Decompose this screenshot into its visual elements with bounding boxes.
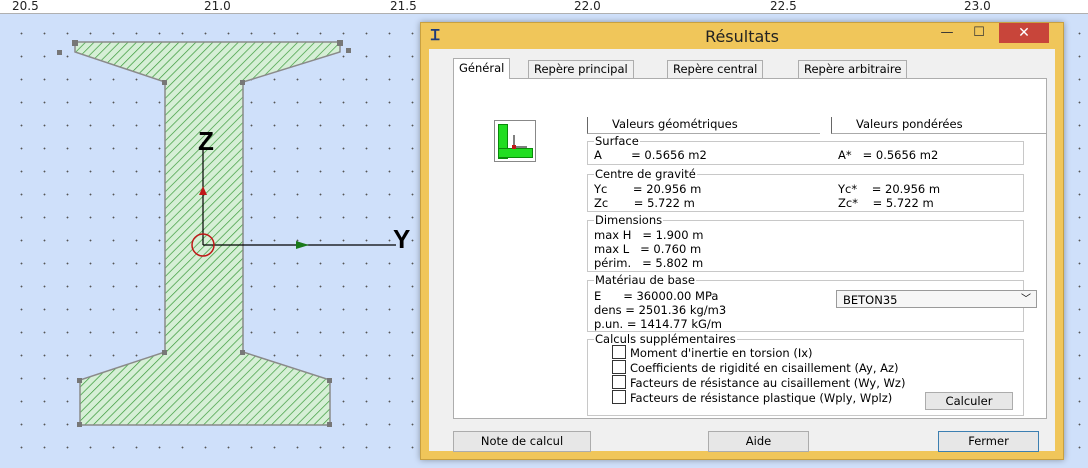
- z-axis-label: Z: [198, 126, 214, 156]
- option-label: Facteurs de résistance au cisaillement (…: [630, 376, 906, 390]
- y-axis-label: Y: [393, 224, 411, 254]
- i-beam-section[interactable]: [0, 0, 430, 468]
- ruler-tick: 22.0: [574, 0, 601, 13]
- extra-calculations-group: Calculs supplémentaires Moment d'inertie…: [587, 332, 1024, 416]
- material-select-value: BETON35: [843, 293, 898, 307]
- dimensions-title: Dimensions: [594, 213, 664, 227]
- compute-button[interactable]: Calculer: [925, 392, 1013, 410]
- area-value: A = 0.5656 m2: [594, 148, 707, 162]
- max-h-value: max H = 1.900 m: [594, 228, 704, 242]
- option-torsion[interactable]: Moment d'inertie en torsion (Ix): [612, 345, 813, 360]
- option-label: Coefficients de rigidité en cisaillement…: [630, 361, 899, 375]
- close-window-button[interactable]: ✕: [999, 23, 1049, 43]
- density-value: dens = 2501.36 kg/m3: [594, 303, 727, 317]
- l-section-icon[interactable]: [494, 120, 536, 162]
- zc-value: Zc = 5.722 m: [594, 196, 695, 210]
- gravity-title: Centre de gravité: [594, 167, 697, 181]
- ruler-tick: 22.5: [770, 0, 797, 13]
- weighted-area-value: A* = 0.5656 m2: [838, 148, 939, 162]
- calculation-report-button[interactable]: Note de calcul: [453, 431, 591, 452]
- young-modulus-value: E = 36000.00 MPa: [594, 289, 719, 303]
- weighted-values-header: Valeurs pondérées: [831, 117, 1047, 134]
- unit-weight-value: p.un. = 1414.77 kG/m: [594, 317, 722, 331]
- checkbox[interactable]: [612, 375, 626, 389]
- max-l-value: max L = 0.760 m: [594, 242, 702, 256]
- surface-group: Surface A = 0.5656 m2 A* = 0.5656 m2: [587, 134, 1024, 165]
- dialog-client: Général Repère principal Repère central …: [429, 49, 1055, 452]
- title-bar[interactable]: Ɪ Résultats — ☐ ✕: [421, 23, 1063, 49]
- option-shear-resistance[interactable]: Facteurs de résistance au cisaillement (…: [612, 375, 905, 390]
- option-label: Moment d'inertie en torsion (Ix): [630, 346, 813, 360]
- close-button[interactable]: Fermer: [938, 431, 1039, 452]
- dimensions-group: Dimensions max H = 1.900 m max L = 0.760…: [587, 213, 1024, 272]
- geometric-values-header: Valeurs géométriques: [587, 117, 820, 134]
- minimize-button[interactable]: —: [933, 23, 961, 43]
- material-group: Matériau de base E = 36000.00 MPa dens =…: [587, 273, 1037, 332]
- chevron-down-icon: ﹀: [1021, 294, 1031, 305]
- yc-weighted-value: Yc* = 20.956 m: [838, 182, 941, 196]
- help-button[interactable]: Aide: [708, 431, 809, 452]
- surface-title: Surface: [594, 134, 640, 148]
- option-shear-stiffness[interactable]: Coefficients de rigidité en cisaillement…: [612, 360, 899, 375]
- yc-value: Yc = 20.956 m: [594, 182, 702, 196]
- maximize-button[interactable]: ☐: [965, 23, 993, 43]
- results-dialog: Ɪ Résultats — ☐ ✕ Général Repère princip…: [420, 22, 1064, 460]
- option-label: Facteurs de résistance plastique (Wply, …: [630, 391, 893, 405]
- option-plastic-resistance[interactable]: Facteurs de résistance plastique (Wply, …: [612, 390, 892, 405]
- tab-arbitrary[interactable]: Repère arbitraire: [798, 60, 908, 78]
- tab-principal[interactable]: Repère principal: [528, 60, 634, 78]
- material-title: Matériau de base: [594, 273, 696, 287]
- checkbox[interactable]: [612, 360, 626, 374]
- ruler-tick: 23.0: [964, 0, 991, 13]
- tab-general[interactable]: Général: [453, 58, 511, 79]
- tab-panel-general: Valeurs géométriques Valeurs pondérées S…: [453, 78, 1047, 419]
- material-select[interactable]: BETON35 ﹀: [836, 290, 1037, 308]
- zc-weighted-value: Zc* = 5.722 m: [838, 196, 934, 210]
- tab-central[interactable]: Repère central: [667, 60, 764, 78]
- extra-title: Calculs supplémentaires: [594, 332, 737, 346]
- perimeter-value: périm. = 5.802 m: [594, 256, 704, 270]
- checkbox[interactable]: [612, 345, 626, 359]
- checkbox[interactable]: [612, 390, 626, 404]
- gravity-center-group: Centre de gravité Yc = 20.956 m Zc = 5.7…: [587, 167, 1024, 212]
